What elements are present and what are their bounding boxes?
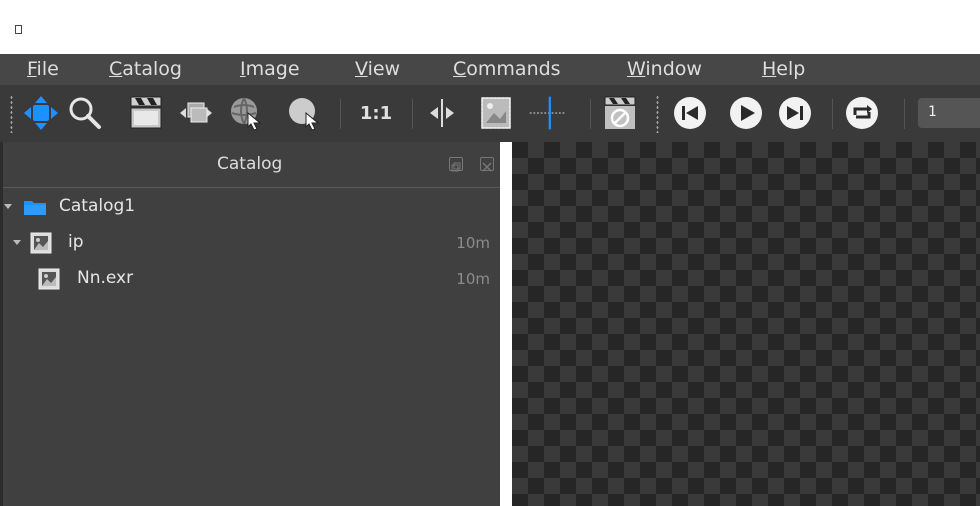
menu-image[interactable]: Image <box>240 58 300 80</box>
toolbar-handle[interactable] <box>10 95 13 133</box>
menu-help[interactable]: Help <box>762 58 805 80</box>
toolbar-handle[interactable] <box>656 95 659 133</box>
play-icon[interactable] <box>726 93 766 133</box>
tree-row-catalog1[interactable]: Catalog1 <box>3 190 500 226</box>
tree-label: Nn.exr <box>77 268 134 288</box>
no-clapboard-icon[interactable] <box>600 93 640 133</box>
panel-title: Catalog <box>217 154 283 174</box>
image-icon <box>30 232 52 254</box>
crosshair-line-icon[interactable] <box>528 93 568 133</box>
image-viewer[interactable] <box>512 142 980 506</box>
close-panel-icon[interactable] <box>480 157 494 172</box>
menu-window[interactable]: Window <box>627 58 702 80</box>
tree-row-ip[interactable]: ip 10m <box>3 226 500 262</box>
toolbar: 1:1 <box>0 85 980 142</box>
toolbar-separator <box>590 99 591 129</box>
clapboard-icon[interactable] <box>126 93 166 133</box>
menu-bar: File Catalog Image View Commands Window … <box>0 54 980 85</box>
loop-icon[interactable] <box>842 93 882 133</box>
toolbar-separator <box>832 99 833 129</box>
previous-frame-icon[interactable] <box>670 93 710 133</box>
globe-select-icon[interactable] <box>226 93 266 133</box>
toolbar-separator <box>340 99 341 129</box>
next-frame-icon[interactable] <box>775 93 815 133</box>
toolbar-separator <box>412 99 413 129</box>
menu-view[interactable]: View <box>355 58 400 80</box>
zoom-tool-icon[interactable] <box>65 93 105 133</box>
image-transfer-icon[interactable] <box>176 93 216 133</box>
image-icon <box>38 268 60 290</box>
tree-size: 10m <box>456 234 490 252</box>
menu-commands[interactable]: Commands <box>453 58 561 80</box>
tree-label: Catalog1 <box>59 196 136 216</box>
sphere-select-icon[interactable] <box>284 93 324 133</box>
window-titlebar <box>0 0 980 54</box>
folder-icon <box>24 201 46 215</box>
zoom-1-1-button[interactable]: 1:1 <box>356 93 396 133</box>
expand-arrow-icon[interactable] <box>4 204 12 209</box>
frame-number-input[interactable]: 1 <box>918 98 980 128</box>
tree-size: 10m <box>456 270 490 288</box>
wipe-tool-icon[interactable] <box>422 93 462 133</box>
menu-catalog[interactable]: Catalog <box>109 58 182 80</box>
expand-arrow-icon[interactable] <box>13 240 21 245</box>
float-panel-icon[interactable] <box>449 157 463 172</box>
toolbar-separator <box>904 99 905 129</box>
catalog-panel-header: Catalog <box>3 142 500 188</box>
pan-tool-icon[interactable] <box>21 93 61 133</box>
app-icon <box>15 25 22 34</box>
tree-row-nn-exr[interactable]: Nn.exr 10m <box>3 262 500 298</box>
zoom-ratio-label: 1:1 <box>359 102 393 124</box>
menu-file[interactable]: File <box>27 58 59 80</box>
compare-image-icon[interactable] <box>476 93 516 133</box>
frame-number-value: 1 <box>928 104 937 120</box>
panel-splitter[interactable] <box>500 142 512 506</box>
tree-label: ip <box>68 232 84 252</box>
